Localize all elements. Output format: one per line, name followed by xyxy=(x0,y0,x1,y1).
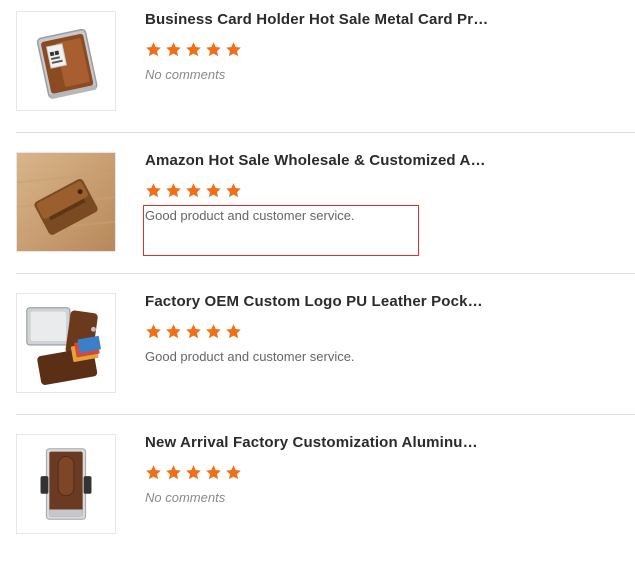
product-title[interactable]: Business Card Holder Hot Sale Metal Card… xyxy=(145,10,490,30)
star-icon xyxy=(186,42,201,57)
review-comment: Good product and customer service. xyxy=(145,349,355,364)
review-comment: Good product and customer service. xyxy=(145,208,355,223)
product-title[interactable]: New Arrival Factory Customization Alumin… xyxy=(145,433,490,453)
review-item: Business Card Holder Hot Sale Metal Card… xyxy=(0,0,635,141)
star-icon xyxy=(226,465,241,480)
review-comment: No comments xyxy=(145,490,226,505)
star-icon xyxy=(166,465,181,480)
rating-stars xyxy=(145,323,242,341)
pop-up-wallet-image xyxy=(17,294,115,392)
star-icon xyxy=(186,324,201,339)
review-item: New Arrival Factory Customization Alumin… xyxy=(0,423,635,564)
rating-stars xyxy=(145,41,242,59)
star-icon xyxy=(146,465,161,480)
star-icon xyxy=(186,183,201,198)
star-icon xyxy=(146,324,161,339)
product-thumbnail[interactable] xyxy=(16,434,116,534)
product-title[interactable]: Amazon Hot Sale Wholesale & Customized A… xyxy=(145,151,490,171)
star-icon xyxy=(146,183,161,198)
star-icon xyxy=(186,465,201,480)
product-title[interactable]: Factory OEM Custom Logo PU Leather Pocke… xyxy=(145,292,490,312)
divider xyxy=(16,273,635,274)
leather-wallet-image xyxy=(17,153,115,251)
star-icon xyxy=(206,183,221,198)
review-item: Amazon Hot Sale Wholesale & Customized A… xyxy=(0,141,635,282)
star-icon xyxy=(146,42,161,57)
star-icon xyxy=(166,42,181,57)
star-icon xyxy=(206,465,221,480)
review-comment: No comments xyxy=(145,67,226,82)
product-thumbnail[interactable] xyxy=(16,11,116,111)
product-thumbnail[interactable] xyxy=(16,152,116,252)
rating-stars xyxy=(145,182,242,200)
divider xyxy=(16,414,635,415)
star-icon xyxy=(206,324,221,339)
card-holder-metal-image xyxy=(17,12,115,110)
review-item: Factory OEM Custom Logo PU Leather Pocke… xyxy=(0,282,635,423)
product-thumbnail[interactable] xyxy=(16,293,116,393)
star-icon xyxy=(206,42,221,57)
rating-stars xyxy=(145,464,242,482)
star-icon xyxy=(226,324,241,339)
star-icon xyxy=(226,183,241,198)
star-icon xyxy=(166,324,181,339)
aluminum-card-holder-image xyxy=(17,435,115,533)
divider xyxy=(16,132,635,133)
star-icon xyxy=(226,42,241,57)
star-icon xyxy=(166,183,181,198)
